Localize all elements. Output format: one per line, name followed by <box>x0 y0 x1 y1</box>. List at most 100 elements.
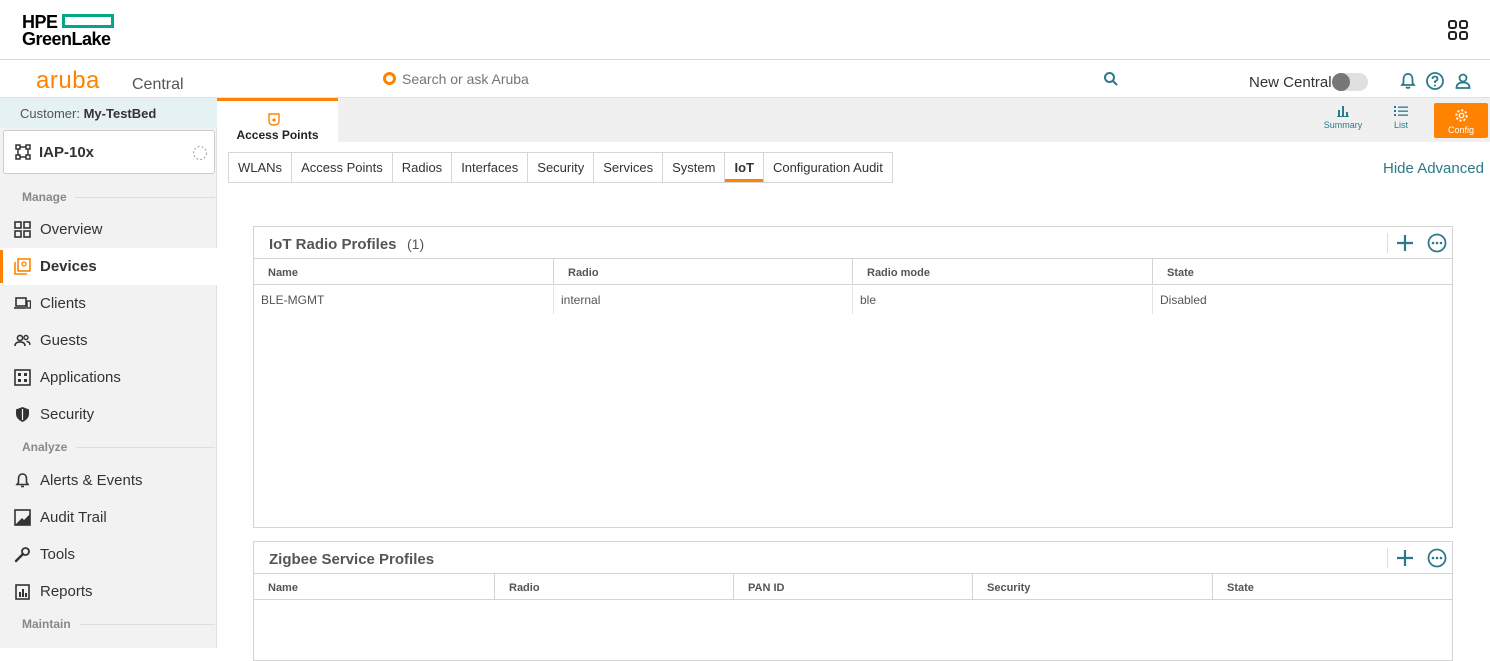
bar-chart-icon <box>1337 106 1349 117</box>
sidebar-item-label: Tools <box>40 546 76 563</box>
more-options-icon[interactable] <box>1426 232 1448 254</box>
panel-title: IoT Radio Profiles <box>269 236 397 253</box>
tab-configuration-audit[interactable]: Configuration Audit <box>763 153 892 182</box>
sidebar-item-label: Applications <box>40 369 121 386</box>
add-icon[interactable] <box>1394 547 1416 569</box>
sidebar-item-label: Devices <box>40 258 97 275</box>
sidebar-item-overview[interactable]: Overview <box>0 211 217 248</box>
table-cell: Disabled <box>1160 293 1207 307</box>
more-options-icon[interactable] <box>1426 547 1448 569</box>
column-header[interactable]: Security <box>973 574 1213 600</box>
config-label: Config <box>1447 125 1474 135</box>
customer-name: My-TestBed <box>83 106 157 121</box>
tab-interfaces[interactable]: Interfaces <box>452 153 529 182</box>
config-button[interactable]: Config <box>1434 103 1488 138</box>
tab-wlans[interactable]: WLANs <box>229 153 293 182</box>
table-header: Name Radio PAN ID Security State <box>254 573 1452 600</box>
table-cell: ble <box>853 286 1153 314</box>
column-header[interactable]: Name <box>254 574 495 600</box>
bell-icon[interactable] <box>1398 71 1418 91</box>
loading-icon <box>192 145 208 161</box>
sidebar-item-guests[interactable]: Guests <box>0 322 217 359</box>
device-selector[interactable]: IAP-10x <box>3 130 215 174</box>
topology-icon <box>15 144 31 160</box>
sidebar-item-alerts[interactable]: Alerts & Events <box>0 462 217 499</box>
hide-advanced-link[interactable]: Hide Advanced <box>1383 160 1484 177</box>
sidebar-item-label: Alerts & Events <box>40 472 143 489</box>
group-maintain: Maintain <box>22 617 71 631</box>
sidebar-item-tools[interactable]: Tools <box>0 536 217 573</box>
aruba-logo[interactable]: aruba <box>36 69 100 93</box>
add-icon[interactable] <box>1394 232 1416 254</box>
context-bar: Access Points Summary List Config <box>217 98 1490 142</box>
sidebar-item-clients[interactable]: Clients <box>0 285 217 322</box>
audit-icon <box>14 509 31 526</box>
column-header[interactable]: Name <box>254 259 554 285</box>
laptop-icon <box>14 297 31 309</box>
report-icon <box>15 584 30 600</box>
guests-icon <box>14 334 31 347</box>
sidebar-item-label: Overview <box>40 221 103 238</box>
table-row[interactable]: BLE-MGMT internal ble Disabled <box>254 286 1452 314</box>
tab-access-points[interactable]: Access Points <box>217 98 338 142</box>
sidebar-item-reports[interactable]: Reports <box>0 573 217 610</box>
search-input[interactable] <box>402 69 602 89</box>
panel-count: (1) <box>407 236 425 252</box>
divider <box>1387 233 1388 253</box>
help-icon[interactable] <box>1425 71 1445 91</box>
hpe-greenlake-logo[interactable]: HPE GreenLake <box>22 12 118 49</box>
group-manage: Manage <box>22 190 67 204</box>
new-central-toggle[interactable] <box>1332 73 1368 91</box>
access-point-icon <box>268 113 280 126</box>
sidebar-item-devices[interactable]: Devices <box>0 248 217 285</box>
global-header: HPE GreenLake <box>0 0 1490 60</box>
sidebar-item-label: Guests <box>40 332 88 349</box>
column-header[interactable]: PAN ID <box>734 574 973 600</box>
shield-icon <box>16 407 29 422</box>
app-launcher-icon[interactable] <box>1446 18 1470 42</box>
panel-title: Zigbee Service Profiles <box>269 551 435 568</box>
sidebar-item-security[interactable]: Security <box>0 396 217 433</box>
user-icon[interactable] <box>1453 71 1473 91</box>
app-header: aruba Central New Central <box>0 60 1490 98</box>
divider <box>80 624 215 625</box>
bell-icon <box>15 473 30 488</box>
sidebar: Customer: My-TestBed IAP-10x Manage Over… <box>0 98 217 648</box>
sidebar-item-applications[interactable]: Applications <box>0 359 217 396</box>
grid-icon <box>14 221 31 238</box>
device-name: IAP-10x <box>39 144 95 161</box>
toggle-knob <box>1332 73 1350 91</box>
product-name: Central <box>132 76 184 93</box>
iot-radio-profiles-panel: IoT Radio Profiles (1) Name Radio Radio … <box>253 226 1453 528</box>
list-label: List <box>1393 120 1408 130</box>
tab-system[interactable]: System <box>663 153 726 182</box>
tab-access-points-config[interactable]: Access Points <box>292 153 393 182</box>
column-header[interactable]: State <box>1153 259 1452 285</box>
sidebar-item-audit-trail[interactable]: Audit Trail <box>0 499 217 536</box>
sidebar-item-label: Clients <box>40 295 86 312</box>
column-header[interactable]: Radio mode <box>853 259 1153 285</box>
tab-security[interactable]: Security <box>528 153 595 182</box>
sidebar-item-label: Reports <box>40 583 93 600</box>
sidebar-item-label: Audit Trail <box>40 509 107 526</box>
config-subtabs: WLANs Access Points Radios Interfaces Se… <box>228 152 893 183</box>
column-header[interactable]: Radio <box>554 259 853 285</box>
tab-radios[interactable]: Radios <box>392 153 453 182</box>
tab-label: Access Points <box>236 128 319 142</box>
aruba-ask-icon <box>383 72 396 85</box>
search-bar <box>380 68 1120 90</box>
new-central-label: New Central <box>1249 74 1332 91</box>
summary-button[interactable]: Summary <box>1321 104 1365 138</box>
tab-services[interactable]: Services <box>594 153 664 182</box>
sidebar-item-label: Security <box>40 406 95 423</box>
table-cell: internal <box>554 286 853 314</box>
customer-bar[interactable]: Customer: My-TestBed <box>0 98 217 128</box>
list-button[interactable]: List <box>1386 104 1416 138</box>
column-header[interactable]: State <box>1213 574 1452 600</box>
customer-label: Customer: <box>20 106 80 121</box>
tab-iot[interactable]: IoT <box>725 153 764 182</box>
group-analyze: Analyze <box>22 440 68 454</box>
search-icon[interactable] <box>1102 70 1120 88</box>
hpe-element-icon <box>62 14 114 28</box>
column-header[interactable]: Radio <box>495 574 734 600</box>
